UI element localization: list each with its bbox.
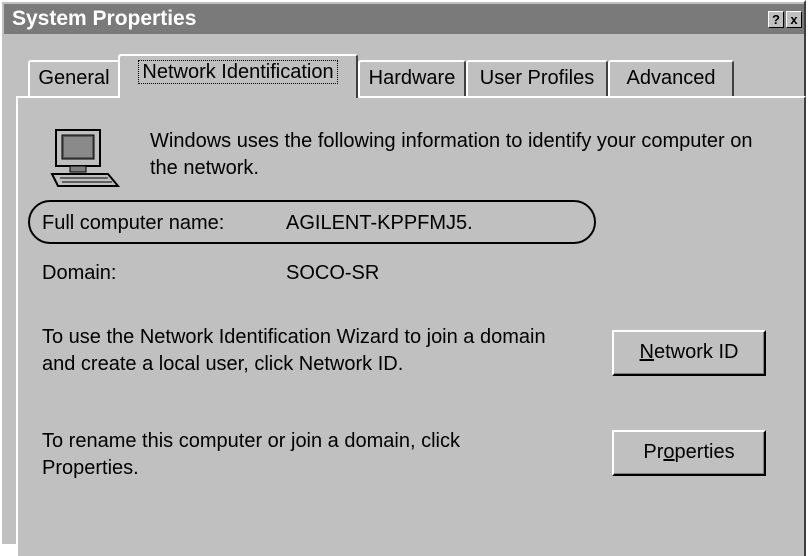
tab-advanced[interactable]: Advanced — [608, 60, 734, 96]
help-button[interactable]: ? — [768, 11, 784, 28]
system-properties-window: System Properties ? x General Network Id… — [0, 0, 808, 556]
tab-user-profiles[interactable]: User Profiles — [466, 60, 608, 96]
tab-label: General — [38, 67, 110, 89]
tab-label: User Profiles — [479, 67, 595, 89]
full-computer-name-label: Full computer name: — [42, 212, 225, 234]
full-computer-name-value: AGILENT-KPPFMJ5. — [286, 212, 473, 234]
tab-network-identification[interactable]: Network Identification — [118, 54, 358, 98]
tab-label: Advanced — [626, 67, 716, 89]
button-mnemonic: o — [663, 441, 675, 463]
button-label: Pr — [643, 441, 664, 463]
tab-label: Hardware — [368, 67, 456, 89]
tab-general[interactable]: General — [28, 60, 120, 96]
rename-description: To rename this computer or join a domain… — [42, 430, 460, 479]
button-label: etwork ID — [653, 341, 739, 363]
properties-button[interactable]: Properties — [612, 430, 766, 476]
tab-hardware[interactable]: Hardware — [358, 60, 466, 96]
button-label: perties — [674, 441, 735, 463]
close-button[interactable]: x — [786, 11, 802, 28]
network-id-button[interactable]: Network ID — [612, 330, 766, 376]
domain-value: SOCO-SR — [286, 262, 380, 284]
title-bar[interactable]: System Properties ? x — [4, 4, 804, 34]
intro-text: Windows uses the following information t… — [150, 130, 753, 179]
network-identification-panel: Windows uses the following information t… — [16, 96, 806, 556]
window-title: System Properties — [12, 7, 197, 30]
domain-label: Domain: — [42, 262, 117, 284]
wizard-description: To use the Network Identification Wizard… — [42, 326, 546, 375]
button-mnemonic: N — [639, 341, 654, 363]
computer-icon — [50, 129, 120, 187]
tab-label: Network Identification — [138, 60, 338, 84]
tab-strip: General Network Identification Hardware … — [2, 52, 808, 98]
